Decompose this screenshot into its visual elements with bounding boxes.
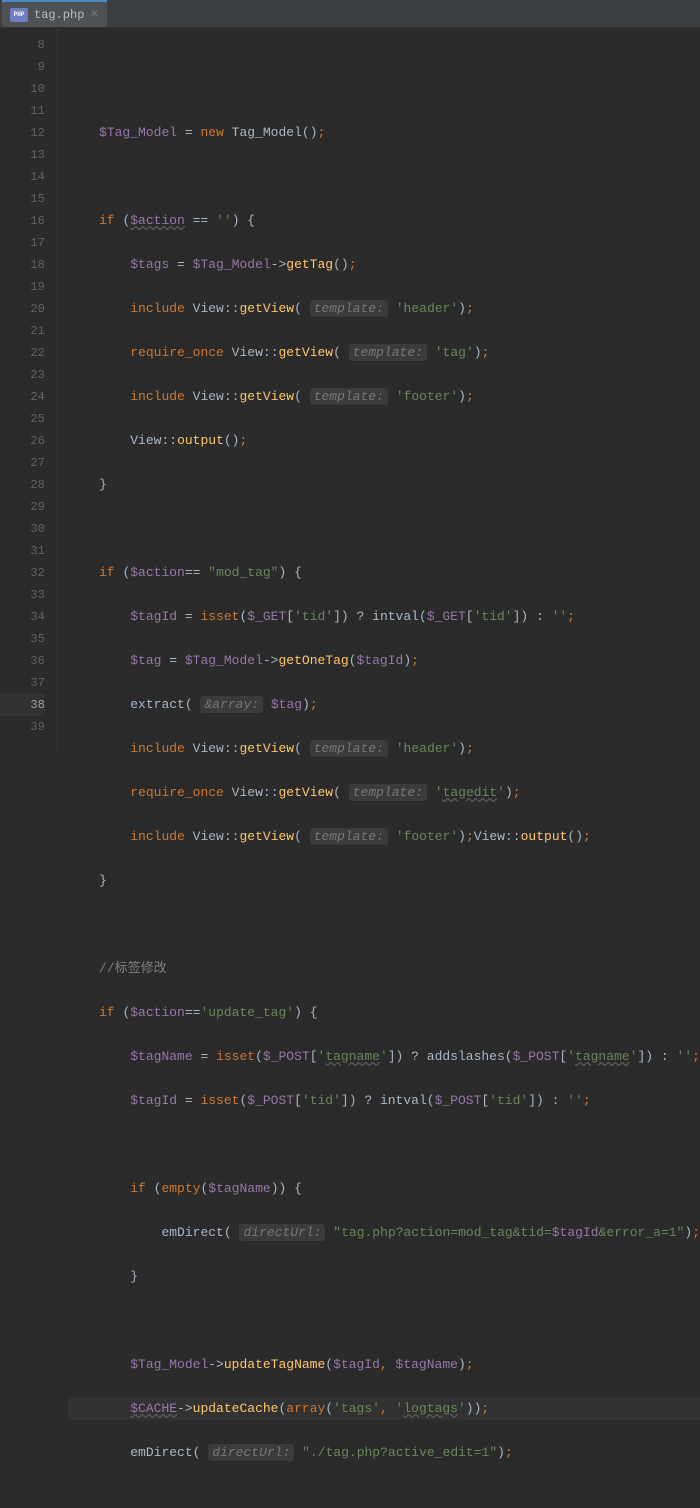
line-number: 11: [0, 100, 45, 122]
line-number: 29: [0, 496, 45, 518]
line-number: 25: [0, 408, 45, 430]
close-icon[interactable]: ×: [90, 7, 98, 23]
code-line[interactable]: [68, 1310, 700, 1332]
code-line[interactable]: $Tag_Model->updateTagName($tagId, $tagNa…: [68, 1354, 700, 1376]
code-line[interactable]: $tagId = isset($_POST['tid']) ? intval($…: [68, 1090, 700, 1112]
line-number: 20: [0, 298, 45, 320]
line-number: 37: [0, 672, 45, 694]
line-number: 13: [0, 144, 45, 166]
line-number: 39: [0, 716, 45, 738]
code-line[interactable]: }: [68, 870, 700, 892]
line-number: 22: [0, 342, 45, 364]
line-number: 14: [0, 166, 45, 188]
editor: 8910111213141516171819202122232425262728…: [0, 28, 700, 754]
code-line[interactable]: require_once View::getView( template: 't…: [68, 342, 700, 364]
code-line[interactable]: if ($action=='update_tag') {: [68, 1002, 700, 1024]
code-line[interactable]: $tagName = isset($_POST['tagname']) ? ad…: [68, 1046, 700, 1068]
line-number: 15: [0, 188, 45, 210]
code-line[interactable]: }: [68, 1266, 700, 1288]
line-number: 33: [0, 584, 45, 606]
code-area[interactable]: $Tag_Model = new Tag_Model(); if ($actio…: [58, 28, 700, 754]
line-number: 28: [0, 474, 45, 496]
code-line[interactable]: }: [68, 474, 700, 496]
code-line[interactable]: $tagId = isset($_GET['tid']) ? intval($_…: [68, 606, 700, 628]
line-number: 23: [0, 364, 45, 386]
line-number: 30: [0, 518, 45, 540]
code-line[interactable]: include View::getView( template: 'footer…: [68, 386, 700, 408]
line-number: 32: [0, 562, 45, 584]
code-line[interactable]: include View::getView( template: 'footer…: [68, 826, 700, 848]
code-line[interactable]: $Tag_Model = new Tag_Model();: [68, 122, 700, 144]
code-line[interactable]: if ($action== "mod_tag") {: [68, 562, 700, 584]
tab-bar: PHP tag.php ×: [0, 0, 700, 28]
line-number: 34: [0, 606, 45, 628]
line-number: 9: [0, 56, 45, 78]
code-line[interactable]: $CACHE->updateCache(array('tags', 'logta…: [68, 1398, 700, 1420]
line-number: 31: [0, 540, 45, 562]
line-number: 12: [0, 122, 45, 144]
php-file-icon: PHP: [10, 8, 28, 22]
code-line[interactable]: require_once View::getView( template: 't…: [68, 782, 700, 804]
code-line[interactable]: [68, 518, 700, 540]
line-number: 19: [0, 276, 45, 298]
tab-filename: tag.php: [34, 8, 84, 22]
code-line[interactable]: emDirect( directUrl: "./tag.php?active_e…: [68, 1442, 700, 1464]
code-line[interactable]: include View::getView( template: 'header…: [68, 738, 700, 760]
line-number: 35: [0, 628, 45, 650]
code-line[interactable]: $tags = $Tag_Model->getTag();: [68, 254, 700, 276]
line-number: 26: [0, 430, 45, 452]
code-line[interactable]: include View::getView( template: 'header…: [68, 298, 700, 320]
line-number: 17: [0, 232, 45, 254]
code-line[interactable]: emDirect( directUrl: "tag.php?action=mod…: [68, 1222, 700, 1244]
code-line[interactable]: [68, 914, 700, 936]
code-line[interactable]: if (empty($tagName)) {: [68, 1178, 700, 1200]
line-number: 18: [0, 254, 45, 276]
line-number: 16: [0, 210, 45, 232]
line-number: 21: [0, 320, 45, 342]
code-line[interactable]: extract( &array: $tag);: [68, 694, 700, 716]
code-line[interactable]: [68, 1134, 700, 1156]
line-number: 36: [0, 650, 45, 672]
code-line[interactable]: if ($action == '') {: [68, 210, 700, 232]
code-line[interactable]: $tag = $Tag_Model->getOneTag($tagId);: [68, 650, 700, 672]
line-number: 8: [0, 34, 45, 56]
tab-tag-php[interactable]: PHP tag.php ×: [2, 0, 107, 27]
code-line[interactable]: [68, 166, 700, 188]
line-number: 10: [0, 78, 45, 100]
line-number: 24: [0, 386, 45, 408]
code-line[interactable]: //标签修改: [68, 958, 700, 980]
code-line[interactable]: View::output();: [68, 430, 700, 452]
line-number: 27: [0, 452, 45, 474]
gutter: 8910111213141516171819202122232425262728…: [0, 28, 58, 754]
line-number: 38: [0, 694, 45, 716]
code-line[interactable]: [68, 78, 700, 100]
